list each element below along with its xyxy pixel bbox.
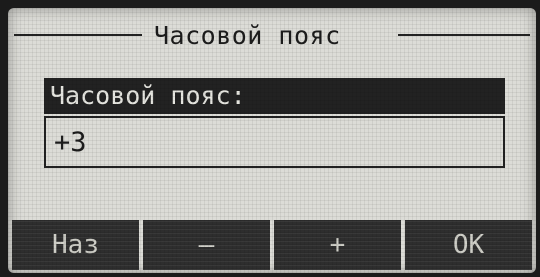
timezone-value-field[interactable]: +3	[44, 116, 505, 168]
screen-header: Часовой пояс	[14, 21, 530, 50]
screen-title: Часовой пояс	[154, 21, 341, 50]
decrement-softkey[interactable]: —	[143, 220, 270, 270]
softkey-bar: Наз — + OK	[12, 220, 532, 270]
ok-softkey[interactable]: OK	[405, 220, 532, 270]
timezone-value: +3	[54, 127, 87, 158]
lcd-screen: Часовой пояс Часовой пояс: +3 Наз — + OK	[8, 8, 536, 273]
increment-softkey[interactable]: +	[274, 220, 401, 270]
title-divider-right	[398, 34, 530, 36]
title-divider-left	[14, 34, 142, 36]
field-label: Часовой пояс:	[50, 81, 246, 110]
back-softkey[interactable]: Наз	[12, 220, 139, 270]
field-label-bar: Часовой пояс:	[44, 78, 505, 114]
